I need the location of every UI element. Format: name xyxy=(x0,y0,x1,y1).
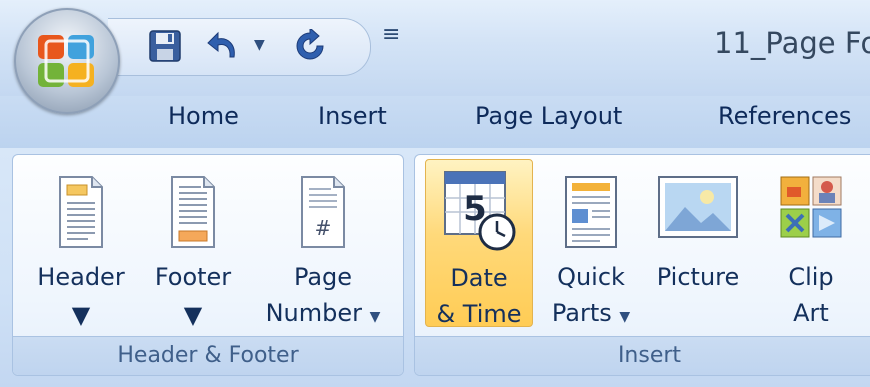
tab-page-layout[interactable]: Page Layout xyxy=(475,102,622,130)
office-button[interactable] xyxy=(14,8,120,114)
redo-icon[interactable] xyxy=(292,26,328,67)
footer-label: Footer xyxy=(154,263,232,291)
svg-text:#: # xyxy=(315,216,332,240)
date-time-label-line2: & Time xyxy=(436,300,522,328)
quick-parts-button[interactable]: Quick Parts ▼ xyxy=(541,161,641,331)
date-time-button[interactable]: 5 Date & Time xyxy=(425,159,533,328)
clip-art-button[interactable]: Clip Art xyxy=(761,161,861,331)
tab-insert[interactable]: Insert xyxy=(318,102,387,130)
undo-icon[interactable] xyxy=(206,29,242,67)
page-number-dropdown-icon: ▼ xyxy=(369,309,381,325)
clip-art-label-line1: Clip xyxy=(788,263,834,291)
clip-art-label-line2: Art xyxy=(793,299,829,327)
footer-button[interactable]: Footer ▼ xyxy=(141,161,245,331)
quick-parts-icon xyxy=(541,161,641,253)
date-time-label-line1: Date xyxy=(450,264,508,292)
header-icon xyxy=(29,161,133,253)
customize-toolbar-icon[interactable]: ≡ xyxy=(382,22,400,47)
page-number-icon: # xyxy=(253,161,393,253)
save-icon[interactable] xyxy=(148,29,182,67)
page-number-button[interactable]: # Page Number ▼ xyxy=(253,161,393,331)
quick-access-toolbar: ▼ xyxy=(108,18,371,76)
quick-parts-text: Parts xyxy=(551,299,612,327)
picture-label: Picture xyxy=(656,263,740,291)
page-number-label-line2: Number ▼ xyxy=(253,295,393,335)
footer-icon xyxy=(141,161,245,253)
header-button[interactable]: Header ▼ xyxy=(29,161,133,331)
tab-references[interactable]: References xyxy=(718,102,851,130)
clip-art-icon xyxy=(761,161,861,243)
tab-home[interactable]: Home xyxy=(168,102,239,130)
picture-button[interactable]: Picture xyxy=(647,161,749,331)
calendar-clock-icon: 5 xyxy=(426,160,532,256)
quick-parts-dropdown-icon: ▼ xyxy=(619,309,631,325)
office-logo-icon xyxy=(36,31,98,95)
quick-parts-label-line1: Quick xyxy=(557,263,625,291)
footer-dropdown-icon: ▼ xyxy=(183,301,203,329)
group-label-insert: Insert xyxy=(415,336,870,375)
page-number-label-line1: Page xyxy=(293,263,353,291)
page-number-text: Number xyxy=(265,299,362,327)
group-label-header-footer: Header & Footer xyxy=(13,336,403,375)
document-title: 11_Page Fo xyxy=(714,26,870,60)
group-header-footer: Header ▼ Footer ▼ # Page Number ▼ Header… xyxy=(12,154,404,376)
group-insert: 5 Date & Time Quick Parts ▼ Picture Clip… xyxy=(414,154,870,376)
picture-icon xyxy=(647,161,749,245)
header-label: Header xyxy=(37,263,125,291)
header-dropdown-icon: ▼ xyxy=(71,301,91,329)
undo-dropdown-icon[interactable]: ▼ xyxy=(254,37,265,53)
quick-parts-label-line2: Parts ▼ xyxy=(541,295,641,335)
